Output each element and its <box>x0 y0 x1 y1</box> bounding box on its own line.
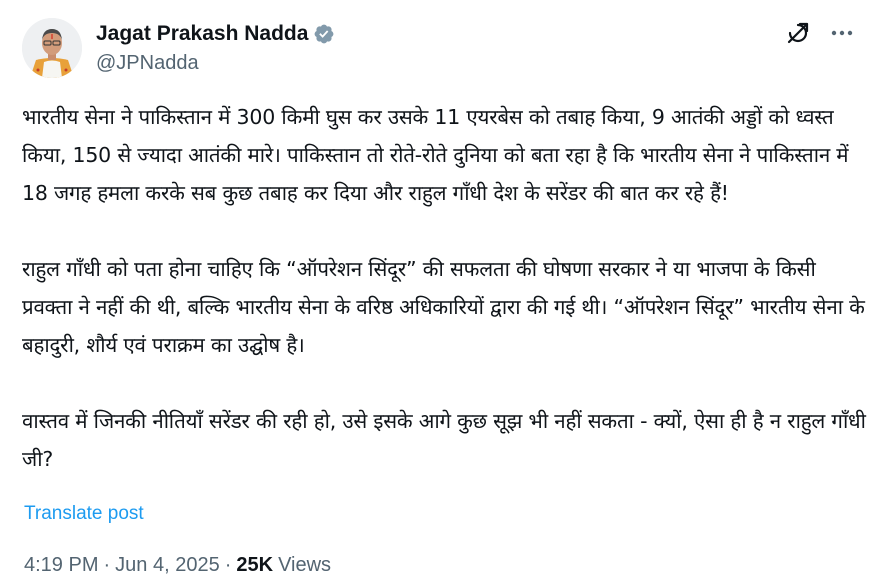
tweet-paragraph: भारतीय सेना ने पाकिस्तान में 300 किमी घु… <box>22 105 855 205</box>
author-display-name[interactable]: Jagat Prakash Nadda <box>96 21 308 47</box>
author-handle[interactable]: @JPNadda <box>96 50 335 76</box>
translate-post-link[interactable]: Translate post <box>24 502 144 526</box>
more-horizontal-icon[interactable] <box>829 20 855 46</box>
author-info: Jagat Prakash Nadda @JPNadda <box>96 21 335 76</box>
tweet-meta: 4:19 PM · Jun 4, 2025 · 25K Views <box>24 552 331 578</box>
views-label: Views <box>278 554 332 576</box>
tweet-actions <box>785 20 855 46</box>
tweet-text: भारतीय सेना ने पाकिस्तान में 300 किमी घु… <box>22 98 867 478</box>
post-date[interactable]: Jun 4, 2025 <box>115 552 220 578</box>
tweet-paragraph: राहुल गाँधी को पता होना चाहिए कि “ऑपरेशन… <box>22 257 871 357</box>
verified-badge-icon[interactable] <box>313 23 335 45</box>
meta-separator: · <box>224 554 232 576</box>
grok-icon[interactable] <box>785 20 811 46</box>
avatar[interactable] <box>22 18 82 78</box>
profile-photo-icon <box>22 18 82 78</box>
tweet-header: Jagat Prakash Nadda @JPNadda <box>22 18 855 80</box>
name-row: Jagat Prakash Nadda <box>96 21 335 47</box>
meta-separator: · <box>103 554 111 576</box>
views-count[interactable]: 25K <box>236 552 273 578</box>
tweet: Jagat Prakash Nadda @JPNadda भारतीय सेना… <box>0 0 873 583</box>
tweet-paragraph: वास्तव में जिनकी नीतियाँ सरेंडर की रही ह… <box>22 409 873 471</box>
post-time[interactable]: 4:19 PM <box>24 552 98 578</box>
